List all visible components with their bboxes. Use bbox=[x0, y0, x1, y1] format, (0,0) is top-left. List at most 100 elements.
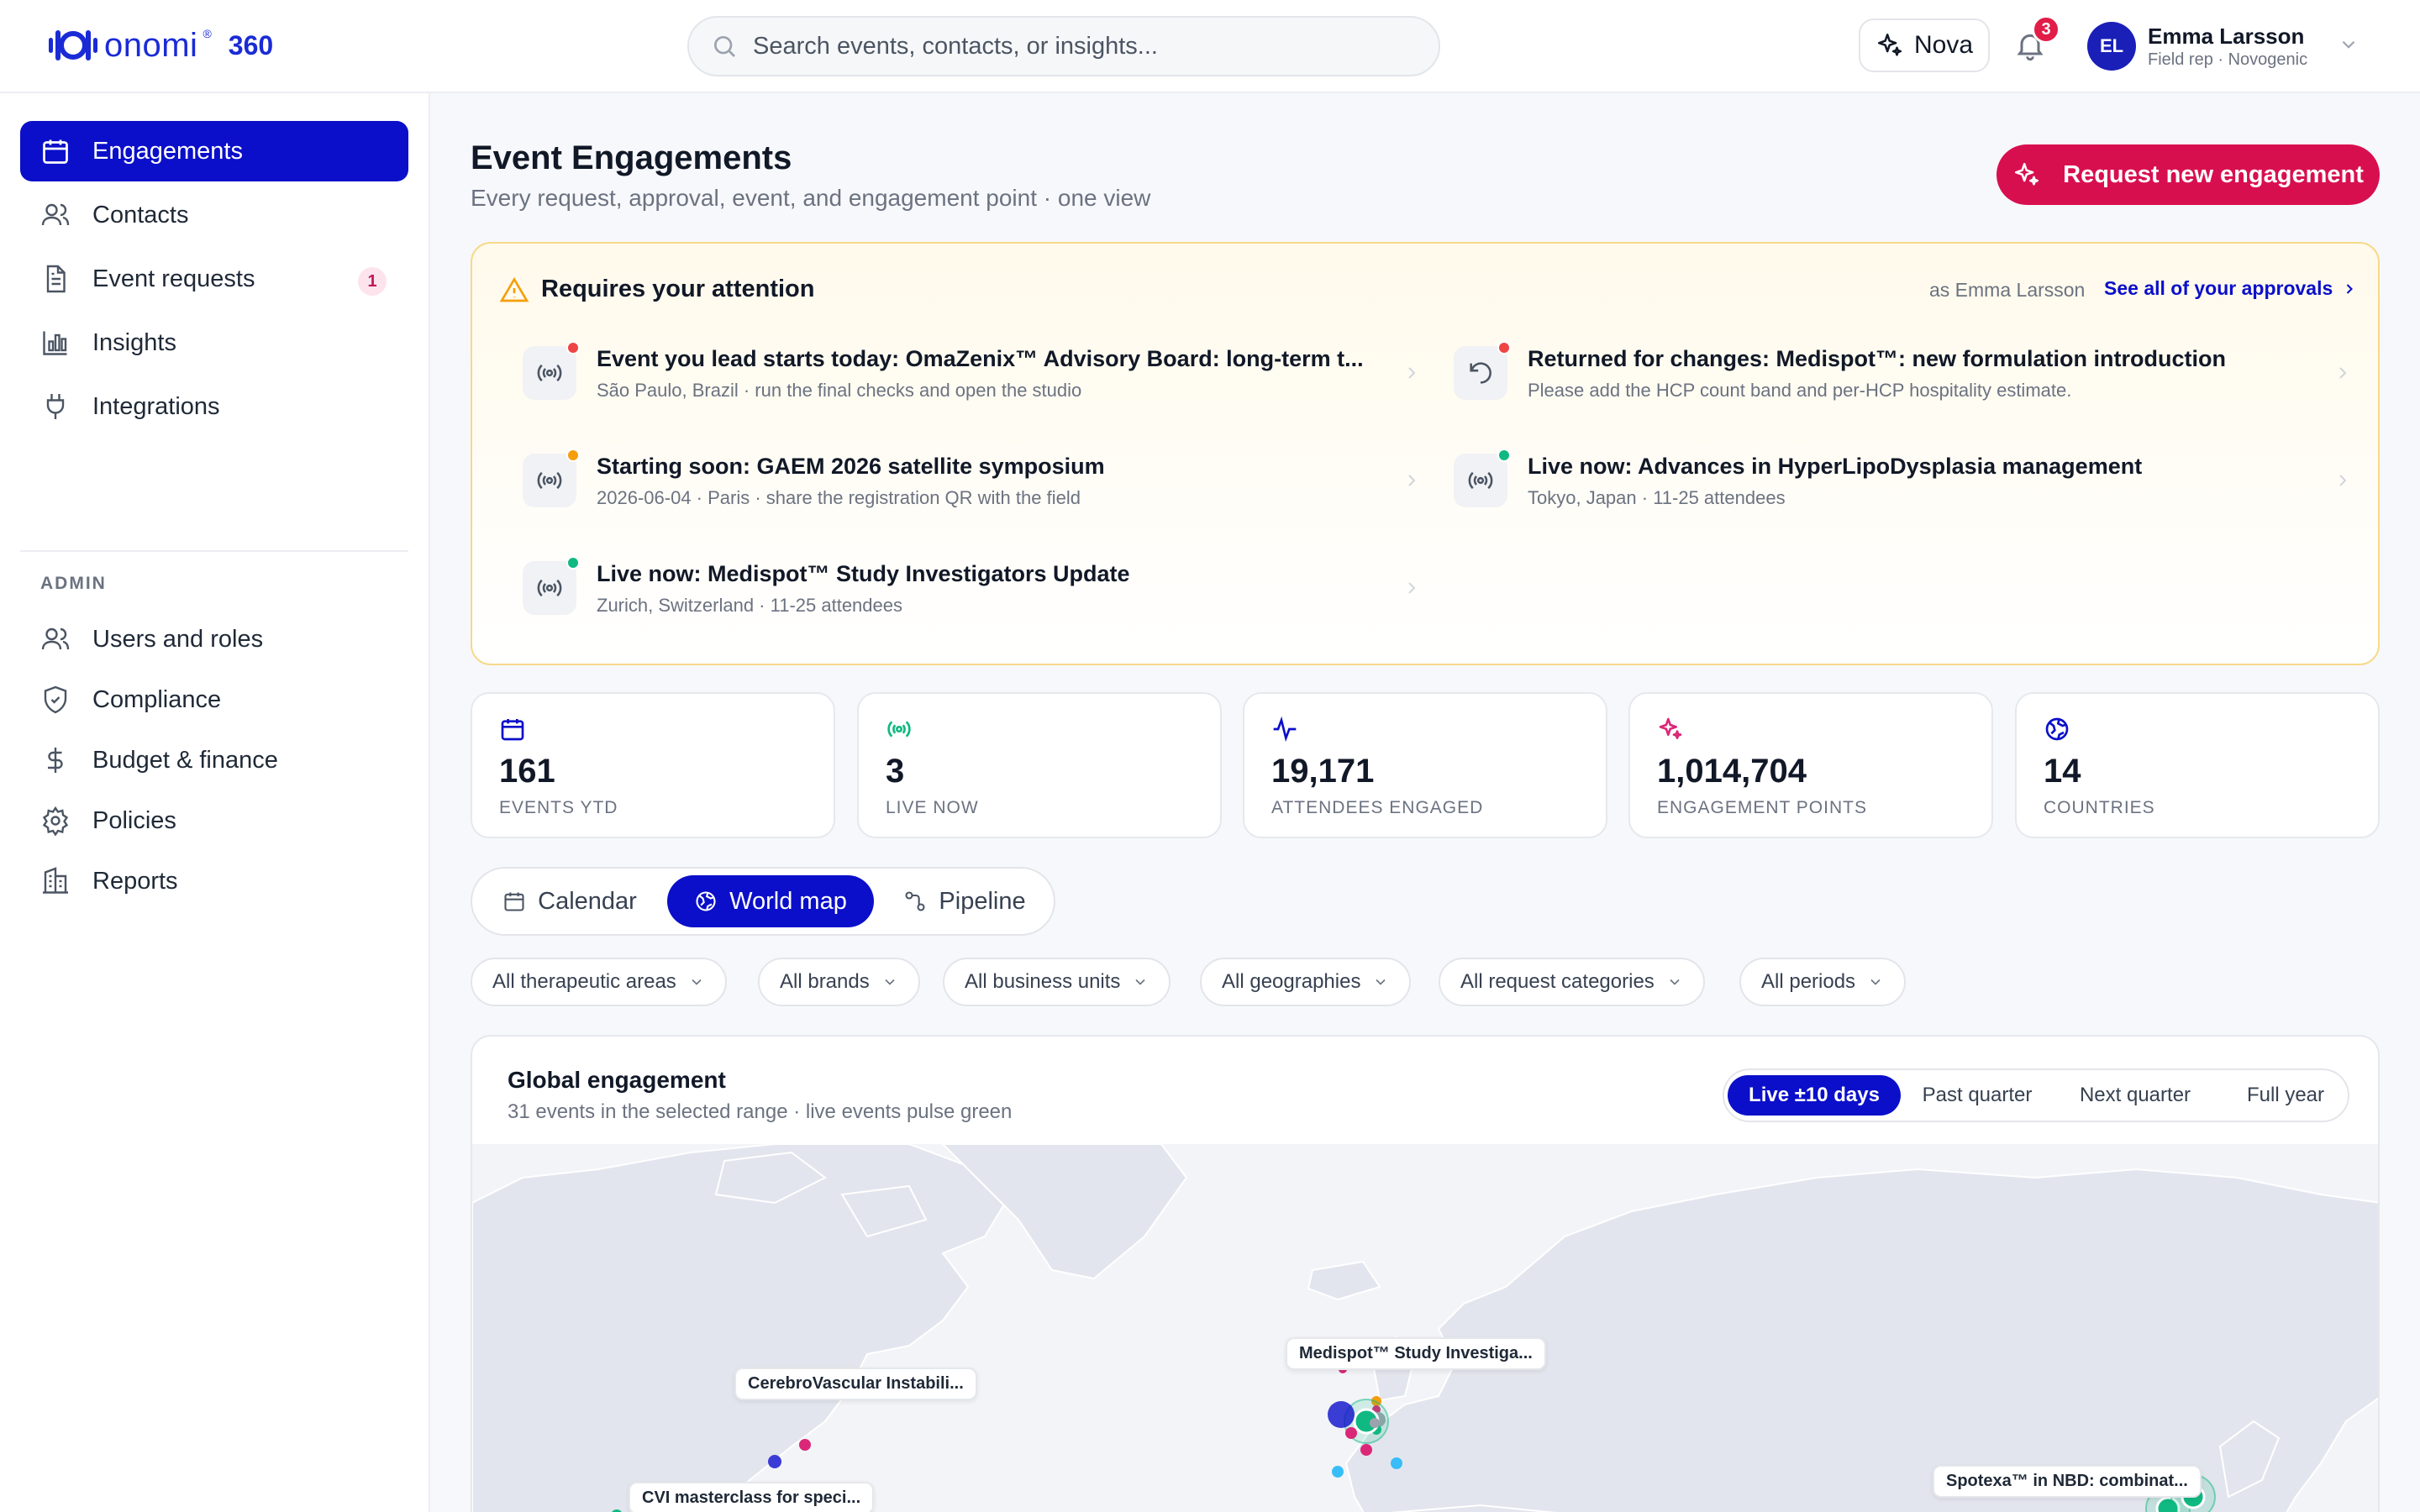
map-event-label[interactable]: Medispot™ Study Investiga... bbox=[1286, 1337, 1546, 1370]
sidebar-item-reports[interactable]: Reports bbox=[20, 851, 408, 911]
attention-item[interactable]: Live now: Advances in HyperLipoDysplasia… bbox=[1454, 445, 2353, 529]
chevron-down-icon[interactable] bbox=[2338, 34, 2360, 55]
kpi-value: 161 bbox=[499, 753, 555, 790]
nova-assistant-button[interactable]: Nova bbox=[1859, 18, 1990, 72]
filter-geographies[interactable]: All geographies bbox=[1200, 958, 1412, 1006]
world-map[interactable] bbox=[472, 1144, 2380, 1512]
event-requests-count-badge: 1 bbox=[358, 267, 387, 296]
chevron-right-icon bbox=[2339, 367, 2347, 379]
range-live-10-days[interactable]: Live ±10 days bbox=[1728, 1075, 1901, 1116]
attention-item[interactable]: Live now: Medispot™ Study Investigators … bbox=[523, 553, 1422, 637]
attention-item[interactable]: Returned for changes: Medispot™: new for… bbox=[1454, 338, 2353, 422]
event-marker[interactable] bbox=[1391, 1457, 1402, 1469]
users-icon bbox=[41, 627, 70, 650]
event-marker[interactable] bbox=[799, 1439, 811, 1451]
sidebar-item-contacts[interactable]: Contacts bbox=[20, 185, 408, 245]
attention-item[interactable]: Starting soon: GAEM 2026 satellite sympo… bbox=[523, 445, 1422, 529]
filter-periods[interactable]: All periods bbox=[1739, 958, 1907, 1006]
map-subtitle: 31 events in the selected range · live e… bbox=[508, 1100, 1013, 1123]
chevron-down-icon bbox=[1135, 979, 1146, 985]
attention-item-title: Live now: Medispot™ Study Investigators … bbox=[597, 561, 1130, 586]
broadcast-icon bbox=[537, 364, 562, 382]
event-marker[interactable] bbox=[1370, 1418, 1380, 1428]
sidebar-item-compliance[interactable]: Compliance bbox=[20, 669, 408, 730]
filter-business-units[interactable]: All business units bbox=[943, 958, 1171, 1006]
plug-icon bbox=[46, 394, 65, 419]
sidebar-item-label: Engagements bbox=[92, 137, 243, 165]
sidebar-item-users-and-roles[interactable]: Users and roles bbox=[20, 609, 408, 669]
range-past-quarter[interactable]: Past quarter bbox=[1911, 1075, 2044, 1116]
sparkle-icon bbox=[1877, 33, 1902, 56]
attention-item-title: Live now: Advances in HyperLipoDysplasia… bbox=[1528, 454, 2143, 479]
sidebar-item-integrations[interactable]: Integrations bbox=[20, 376, 408, 437]
search-input[interactable] bbox=[753, 32, 1408, 60]
attention-item-icon-box bbox=[1454, 346, 1507, 400]
sidebar-item-label: Users and roles bbox=[92, 625, 264, 653]
warning-icon bbox=[499, 276, 529, 302]
filter-label: All business units bbox=[965, 970, 1121, 993]
attention-item-subtitle: Please add the HCP count band and per-HC… bbox=[1528, 380, 2072, 401]
kpi-card-live-now: 3 LIVE NOW bbox=[857, 692, 1222, 838]
event-marker[interactable] bbox=[768, 1455, 781, 1468]
logo-registered-mark: ® bbox=[203, 27, 212, 40]
sidebar-item-event-requests[interactable]: Event requests 1 bbox=[20, 249, 408, 309]
tab-calendar[interactable]: Calendar bbox=[494, 875, 645, 927]
attention-item-subtitle: São Paulo, Brazil · run the final checks… bbox=[597, 380, 1082, 401]
attention-item[interactable]: Event you lead starts today: OmaZenix™ A… bbox=[523, 338, 1422, 422]
range-full-year[interactable]: Full year bbox=[2227, 1075, 2344, 1116]
notification-count-badge: 3 bbox=[2032, 15, 2060, 44]
search-icon bbox=[714, 36, 735, 57]
event-marker[interactable] bbox=[1345, 1427, 1357, 1439]
event-marker[interactable] bbox=[1328, 1401, 1355, 1428]
logo-suffix: 360 bbox=[228, 29, 274, 60]
kpi-card-events-ytd: 161 EVENTS YTD bbox=[471, 692, 835, 838]
see-all-approvals-link[interactable]: See all of your approvals bbox=[2104, 277, 2358, 300]
app-logo[interactable]: onomi ® 360 bbox=[47, 24, 273, 67]
kpi-value: 14 bbox=[2044, 753, 2081, 790]
sidebar-item-label: Policies bbox=[92, 806, 176, 834]
globe-icon bbox=[696, 891, 716, 911]
chevron-right-icon bbox=[2339, 475, 2347, 486]
sidebar-item-policies[interactable]: Policies bbox=[20, 790, 408, 851]
tab-label: World map bbox=[729, 887, 847, 915]
sidebar: Engagements Contacts Event requests 1 In… bbox=[0, 93, 430, 1512]
map-event-label[interactable]: CVI masterclass for speci... bbox=[629, 1482, 875, 1512]
user-name[interactable]: Emma Larsson bbox=[2148, 24, 2304, 50]
sidebar-item-insights[interactable]: Insights bbox=[20, 312, 408, 373]
see-all-approvals-label: See all of your approvals bbox=[2104, 277, 2333, 299]
range-next-quarter[interactable]: Next quarter bbox=[2052, 1075, 2218, 1116]
kpi-label: LIVE NOW bbox=[886, 798, 979, 817]
map-event-label[interactable]: CerebroVascular Instabili... bbox=[734, 1368, 977, 1400]
broadcast-icon bbox=[537, 579, 562, 597]
gear-icon bbox=[42, 806, 69, 836]
logo-wordmark: onomi bbox=[104, 26, 198, 64]
event-marker[interactable] bbox=[1360, 1444, 1372, 1456]
filter-brands[interactable]: All brands bbox=[758, 958, 920, 1006]
attention-title: Requires your attention bbox=[541, 276, 815, 302]
search-bar[interactable] bbox=[687, 16, 1440, 76]
kpi-card-engagement-points: 1,014,704 ENGAGEMENT POINTS bbox=[1628, 692, 1993, 838]
tab-pipeline[interactable]: Pipeline bbox=[891, 875, 1039, 927]
filter-request-categories[interactable]: All request categories bbox=[1439, 958, 1705, 1006]
sidebar-item-engagements[interactable]: Engagements bbox=[20, 121, 408, 181]
event-marker[interactable] bbox=[1332, 1466, 1344, 1478]
bar-chart-icon bbox=[43, 331, 67, 355]
status-dot bbox=[1497, 341, 1511, 354]
map-event-label[interactable]: Spotexa™ in NBD: combinat... bbox=[1933, 1465, 2202, 1498]
calendar-icon bbox=[43, 139, 68, 164]
filter-therapeutic-areas[interactable]: All therapeutic areas bbox=[471, 958, 727, 1006]
sidebar-item-label: Budget & finance bbox=[92, 746, 278, 774]
attention-item-icon-box bbox=[523, 346, 576, 400]
kpi-card-attendees-engaged: 19,171 ATTENDEES ENGAGED bbox=[1243, 692, 1607, 838]
building-icon bbox=[43, 867, 68, 894]
tab-world-map[interactable]: World map bbox=[667, 875, 874, 927]
kpi-value: 1,014,704 bbox=[1657, 753, 1807, 790]
map-title: Global engagement bbox=[508, 1067, 726, 1093]
user-role: Field rep · Novogenic bbox=[2148, 50, 2308, 69]
document-icon bbox=[46, 265, 66, 293]
avatar[interactable]: EL bbox=[2087, 22, 2136, 71]
global-engagement-card: Global engagement 31 events in the selec… bbox=[471, 1035, 2380, 1512]
filter-label: All brands bbox=[780, 970, 870, 993]
sidebar-item-budget-finance[interactable]: Budget & finance bbox=[20, 730, 408, 790]
request-new-engagement-button[interactable]: Request new engagement bbox=[1996, 144, 2380, 205]
